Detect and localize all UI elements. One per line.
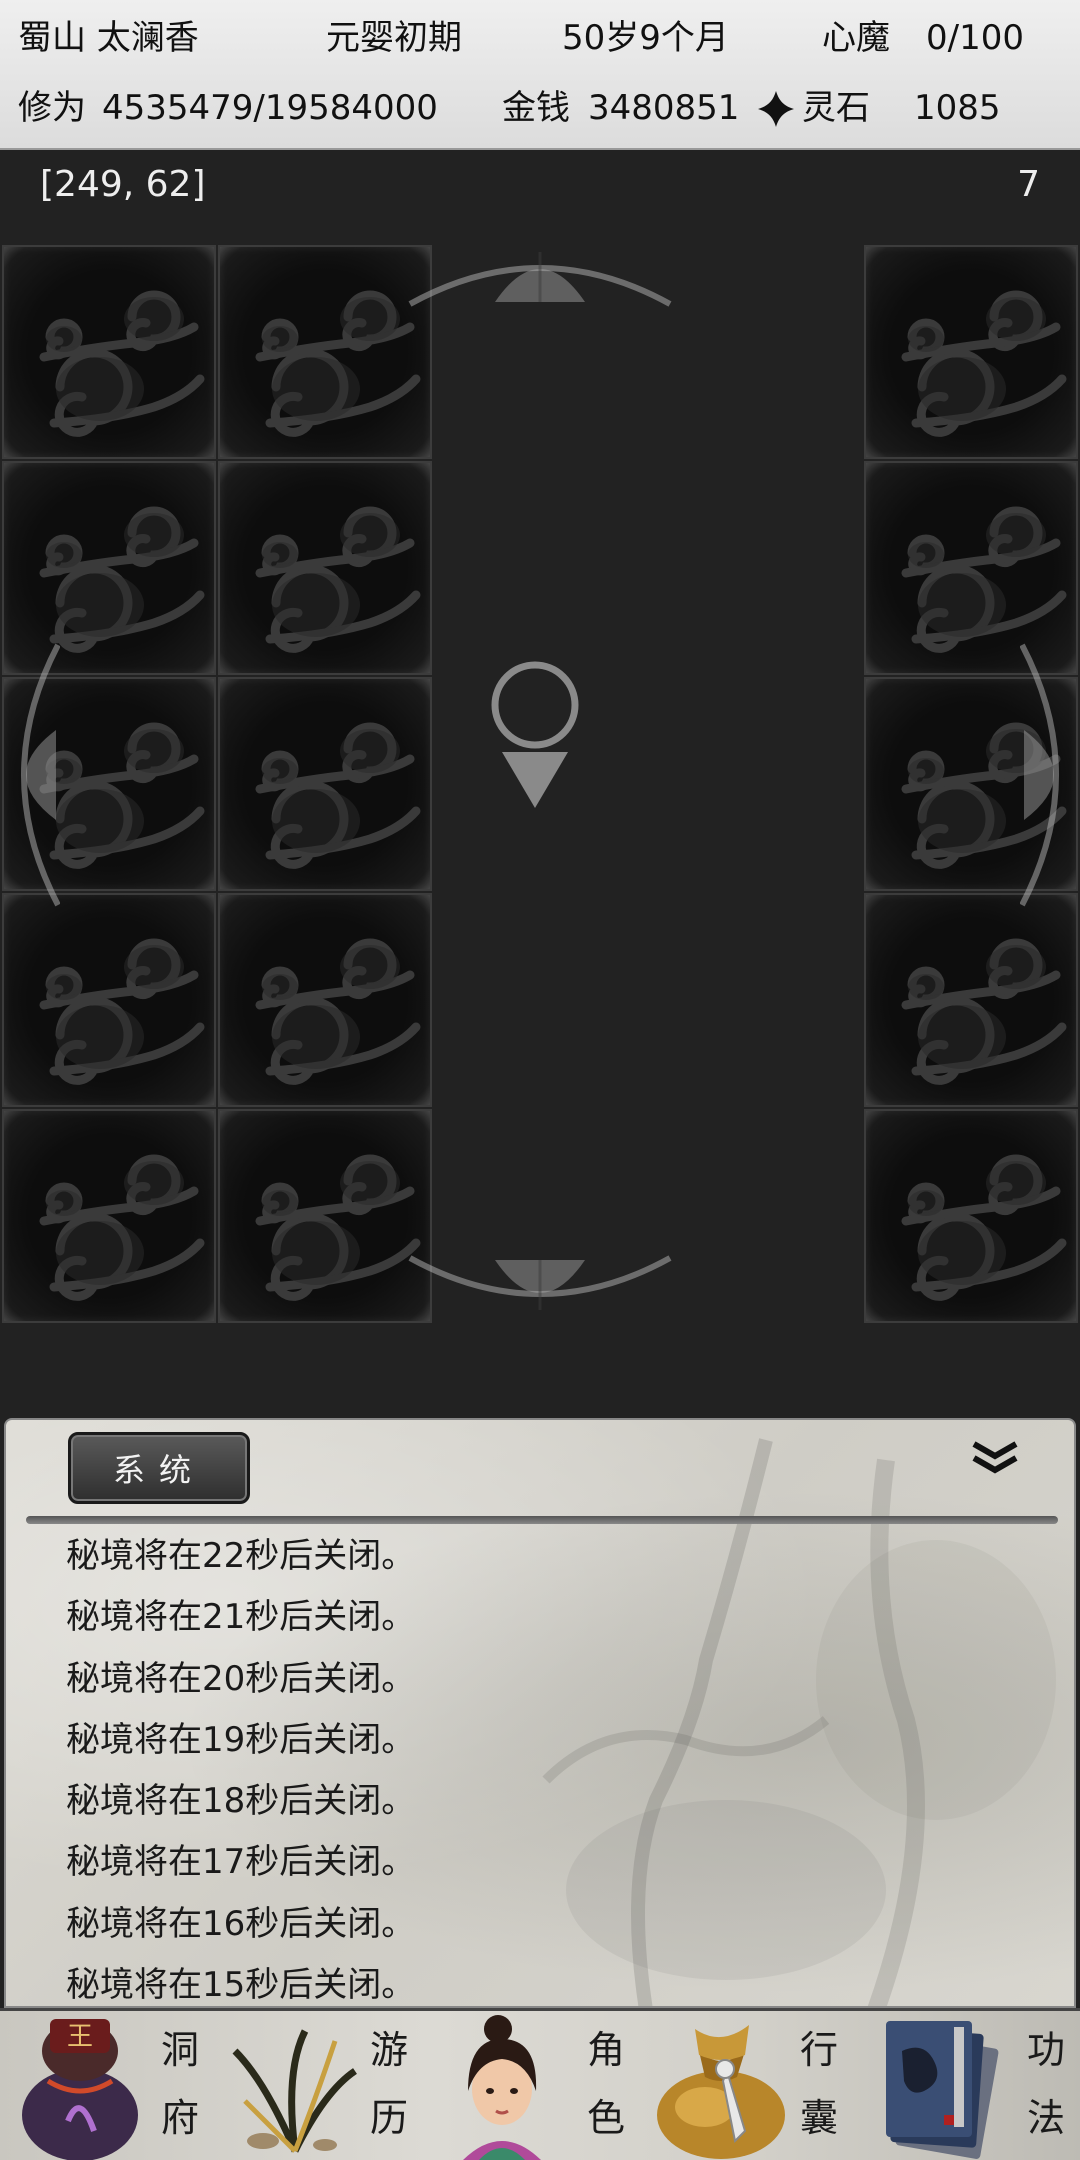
cloud-fog-icon [901, 1154, 1067, 1301]
log-message: 秘境将在19秒后关闭。 [66, 1719, 416, 1760]
nav-cave-label-top: 洞 [160, 2028, 199, 2072]
nav-travel-label-top: 游 [369, 2028, 408, 2072]
nav-cave-button[interactable]: 王 洞 府 [0, 2011, 215, 2160]
cloud-fog-icon [255, 506, 421, 653]
fog-tile[interactable] [864, 1109, 1078, 1323]
nav-character-label-top: 角 [586, 2028, 625, 2072]
fog-tile[interactable] [2, 893, 216, 1107]
system-log-panel: 系统 秘境将在22秒后关闭。 秘境将在21秒后关闭。 秘境将在20秒后关闭。 秘… [4, 1418, 1076, 2008]
travel-grass-icon [232, 2029, 357, 2153]
log-message-list: 秘境将在22秒后关闭。 秘境将在21秒后关闭。 秘境将在20秒后关闭。 秘境将在… [66, 1526, 1046, 2006]
nav-bag-label-bottom: 囊 [799, 2096, 838, 2140]
nav-character-label-bottom: 色 [586, 2096, 625, 2140]
move-up-arrow-icon[interactable] [405, 242, 675, 312]
fog-tile[interactable] [218, 1109, 432, 1323]
nav-skills-label-bottom: 法 [1026, 2096, 1065, 2140]
realm-label: 元婴初期 [326, 18, 462, 58]
cloud-fog-icon [39, 1154, 205, 1301]
fog-tile[interactable] [218, 677, 432, 891]
money-label: 金钱 [502, 88, 570, 128]
tab-system[interactable]: 系统 [68, 1432, 250, 1504]
fog-tile[interactable] [2, 1109, 216, 1323]
nav-bag-button[interactable]: 行 囊 [645, 2011, 860, 2160]
fog-tile[interactable] [2, 245, 216, 459]
spirit-stone-label: 灵石 [802, 88, 870, 128]
nav-skills-button[interactable]: 功 法 [860, 2011, 1080, 2160]
collapse-chevron-icon[interactable] [970, 1440, 1020, 1480]
fog-tile[interactable] [218, 461, 432, 675]
log-message: 秘境将在22秒后关闭。 [66, 1536, 416, 1576]
move-left-arrow-icon[interactable] [0, 640, 60, 910]
nav-travel-label-bottom: 历 [369, 2096, 408, 2140]
sect-and-name: 蜀山 太澜香 [18, 18, 199, 58]
fog-tile[interactable] [864, 893, 1078, 1107]
nav-cave-label-bottom: 府 [160, 2096, 199, 2140]
cloud-fog-icon [255, 722, 421, 869]
log-message: 秘境将在16秒后关闭。 [66, 1903, 416, 1944]
log-message: 秘境将在17秒后关闭。 [66, 1842, 416, 1883]
log-message: 秘境将在20秒后关闭。 [66, 1658, 416, 1699]
cave-emblem-char: 王 [67, 2022, 93, 2052]
skills-book-icon [886, 2021, 999, 2159]
cloud-fog-icon [901, 290, 1067, 437]
cultivation-label: 修为 [18, 88, 86, 128]
log-message: 秘境将在18秒后关闭。 [66, 1781, 416, 1822]
fog-tile[interactable] [218, 245, 432, 459]
nav-travel-button[interactable]: 游 历 [215, 2011, 430, 2160]
cloud-fog-icon [39, 938, 205, 1085]
cloud-fog-icon [39, 290, 205, 437]
map-area: [249, 62] 7 [0, 150, 1080, 1418]
age-label: 50岁9个月 [562, 18, 729, 58]
move-down-arrow-icon[interactable] [405, 1250, 675, 1320]
money-value: 3480851 [588, 88, 740, 128]
cultivation-value: 4535479/19584000 [102, 88, 438, 128]
nav-skills-label-top: 功 [1026, 2028, 1065, 2072]
status-bar: 蜀山 太澜香 元婴初期 50岁9个月 心魔 0/100 修为 4535479/1… [0, 0, 1080, 150]
cloud-fog-icon [255, 1154, 421, 1301]
bottom-nav: 王 洞 府 游 历 角 色 行 囊 功 法 [0, 2008, 1080, 2160]
cloud-fog-icon [255, 290, 421, 437]
move-right-arrow-icon[interactable] [1020, 640, 1080, 910]
fog-tile[interactable] [864, 245, 1078, 459]
bag-pouch-icon [657, 2025, 785, 2159]
spirit-stone-icon [758, 91, 794, 127]
spirit-stone-value: 1085 [914, 88, 1001, 128]
nav-character-button[interactable]: 角 色 [430, 2011, 645, 2160]
heart-demon-value: 0/100 [926, 18, 1024, 58]
heart-demon-label: 心魔 [822, 18, 890, 58]
character-portrait-icon [463, 2015, 541, 2160]
fog-tile[interactable] [218, 893, 432, 1107]
cloud-fog-icon [255, 938, 421, 1085]
step-count: 7 [1017, 164, 1040, 205]
log-message: 秘境将在21秒后关闭。 [66, 1597, 416, 1638]
log-divider [26, 1516, 1058, 1524]
map-coordinates: [249, 62] [40, 164, 206, 205]
cloud-fog-icon [901, 938, 1067, 1085]
player-location-icon [491, 661, 579, 808]
log-message: 秘境将在15秒后关闭。 [66, 1965, 416, 2006]
cave-gourd-icon: 王 [22, 2019, 138, 2160]
nav-bag-label-top: 行 [799, 2028, 838, 2072]
